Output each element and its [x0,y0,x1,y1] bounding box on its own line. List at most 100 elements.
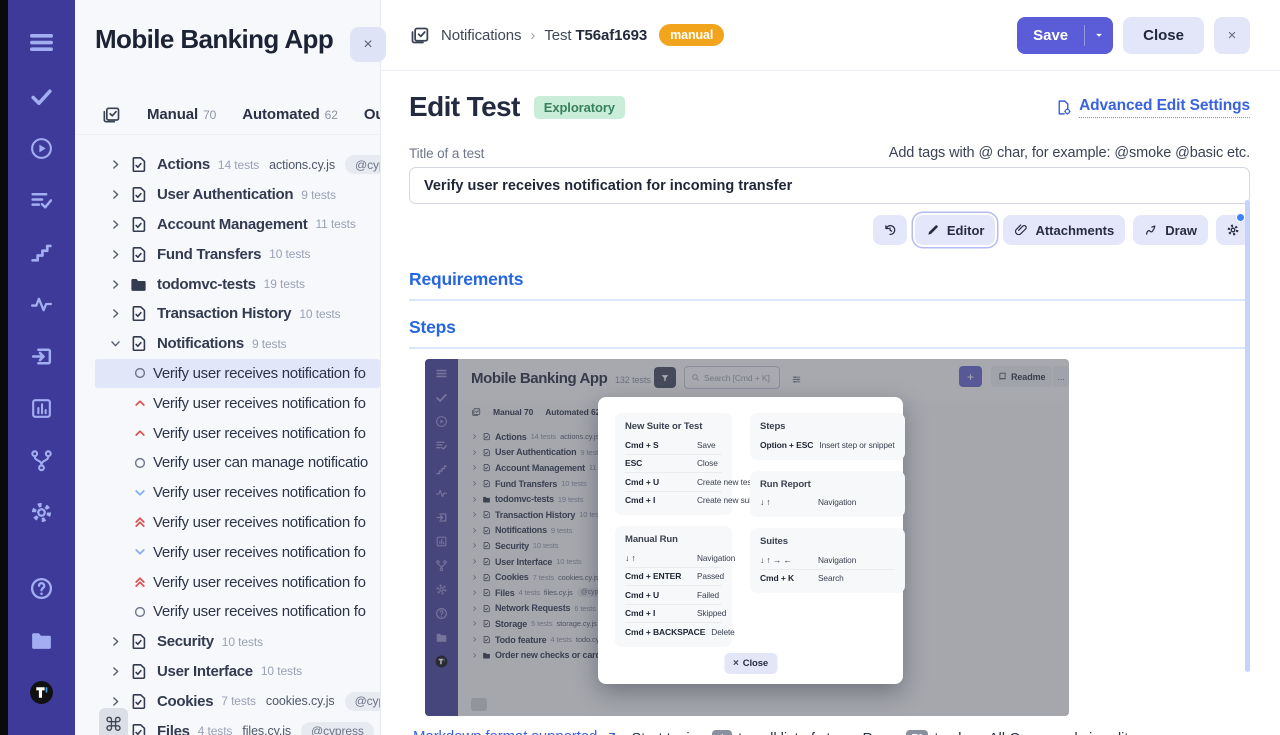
hotkey-row: Cmd + BACKSPACEDelete [625,622,722,641]
title-label: Title of a test [409,146,484,161]
tree-row[interactable]: User Interface 10 tests [75,657,380,687]
tree-row[interactable]: Verify user receives notification fo [75,508,380,538]
hotkeys-column-left: New Suite or TestCmd + SSaveESCCloseCmd … [615,413,732,647]
editor-tab-button[interactable]: Editor [915,215,996,245]
tree-row[interactable]: Verify user receives notification fo [75,567,380,597]
sidebar-item[interactable] [8,278,75,330]
breadcrumb-section[interactable]: Notifications [441,27,521,44]
hotkey-keys: Cmd + ENTER [625,571,691,581]
hotkey-keys: Cmd + I [625,608,691,618]
chevron-right-icon[interactable] [109,158,122,171]
command-key-badge: ⌘ [99,708,128,735]
prio-highest-icon [133,575,147,589]
steps-heading[interactable]: Steps [409,317,1250,349]
sidebar-item[interactable] [8,70,75,122]
sidebar-item[interactable] [8,226,75,278]
hotkey-keys: Cmd + U [625,590,691,600]
chevron-right-icon[interactable] [109,665,122,678]
hotkey-action: Passed [697,571,724,581]
test-check-icon [409,25,430,46]
file-check-icon [129,245,148,264]
sidebar-item[interactable] [8,174,75,226]
hotkey-group: StepsOption + ESCInsert step or snippet [750,413,905,460]
hotkey-group-title: Run Report [760,479,895,490]
tree-row[interactable]: Fund Transfers 10 tests [75,239,380,269]
history-button[interactable] [873,215,907,245]
chevron-right-icon[interactable] [109,307,122,320]
sidebar-item[interactable] [8,122,75,174]
tab-automated[interactable]: Automated62 [242,106,338,124]
chevron-right-icon[interactable] [109,218,122,231]
hotkey-group-title: New Suite or Test [625,421,722,432]
hotkey-row: Cmd + KSearch [760,569,895,588]
hotkey-row: ↓ ↑Navigation [760,494,895,512]
draw-tab-button[interactable]: Draw [1133,215,1208,245]
chevron-right-icon[interactable] [109,695,122,708]
f1-key-badge: F1 [906,730,928,735]
save-button[interactable]: Save [1017,17,1113,54]
attachments-tab-button[interactable]: Attachments [1003,215,1125,245]
chevron-right-icon[interactable] [109,278,122,291]
tree-row[interactable]: Verify user receives notification fo [75,388,380,418]
markdown-link[interactable]: Markdown format supported [413,728,617,735]
tree-row[interactable]: todomvc-tests 19 tests [75,269,380,299]
breadcrumb-test-label: Test [544,27,571,44]
labels-row: Title of a test Add tags with @ char, fo… [409,145,1250,161]
file-check-icon [129,722,148,735]
test-title-input[interactable] [409,167,1250,204]
hotkey-action: Create new test [697,477,754,487]
hotkey-action: Failed [697,590,719,600]
tab-manual[interactable]: Manual70 [147,106,216,124]
sidebar-item[interactable] [8,14,75,70]
sidebar-item[interactable] [8,614,75,666]
tree-row[interactable]: Actions 14 tests actions.cy.js @cypress [75,150,380,180]
hotkey-keys: Cmd + BACKSPACE [625,627,705,637]
panel-close-button[interactable]: × [350,27,386,62]
dismiss-button[interactable]: × [1214,17,1250,54]
checkbox-stack-icon [101,105,121,125]
tree-row[interactable]: Verify user receives notification fo [75,597,380,627]
hotkey-row: Cmd + UCreate new test [625,472,722,491]
chevron-down-icon[interactable] [109,337,122,350]
sidebar-item[interactable] [8,562,75,614]
breadcrumb-separator: › [530,27,535,44]
chevron-right-icon[interactable] [109,248,122,261]
hotkeys-column-right: StepsOption + ESCInsert step or snippet R… [750,413,905,647]
hotkey-keys: Cmd + U [625,477,691,487]
branch-icon [29,448,54,473]
tree-row[interactable]: Verify user receives notification fo [95,359,380,389]
sign-in-icon [29,344,54,369]
tree-row[interactable]: Security 10 tests [75,627,380,657]
help-circle-icon [29,576,54,601]
sidebar-item[interactable] [8,486,75,538]
tree-row[interactable]: Verify user receives notification fo [75,418,380,448]
prio-highest-icon [133,515,147,529]
tree-row[interactable]: Verify user receives notification fo [75,478,380,508]
hotkey-keys: ESC [625,458,691,468]
tree-row[interactable]: User Authentication 9 tests [75,180,380,210]
hotkey-group: Run Report ↓ ↑Navigation [750,471,905,518]
external-link-icon [605,731,617,735]
caret-down-icon[interactable] [1085,28,1113,42]
vertical-scrollbar[interactable] [1245,200,1250,672]
sidebar-item[interactable] [8,666,75,718]
sidebar-item[interactable] [8,434,75,486]
hotkey-row: ↓ ↑ → ←Navigation [760,551,895,569]
tree-row[interactable]: Verify user can manage notificatio [75,448,380,478]
advanced-edit-settings-link[interactable]: Advanced Edit Settings [1055,97,1250,118]
sidebar-item[interactable] [8,382,75,434]
requirements-heading[interactable]: Requirements [409,269,1250,301]
hotkey-group-title: Manual Run [625,534,722,545]
tree-row[interactable]: Notifications 9 tests [75,329,380,359]
chevron-right-icon[interactable] [109,635,122,648]
tree-row[interactable]: Transaction History 10 tests [75,299,380,329]
hotkey-action: Navigation [818,555,856,565]
tab-overflow[interactable]: Ou [364,106,381,124]
hotkey-action: Search [818,573,844,583]
paperclip-icon [1014,223,1028,237]
tree-row[interactable]: Account Management 11 tests [75,210,380,240]
close-button[interactable]: Close [1123,17,1204,54]
chevron-right-icon[interactable] [109,188,122,201]
sidebar-item[interactable] [8,330,75,382]
tree-row[interactable]: Verify user receives notification fo [75,537,380,567]
